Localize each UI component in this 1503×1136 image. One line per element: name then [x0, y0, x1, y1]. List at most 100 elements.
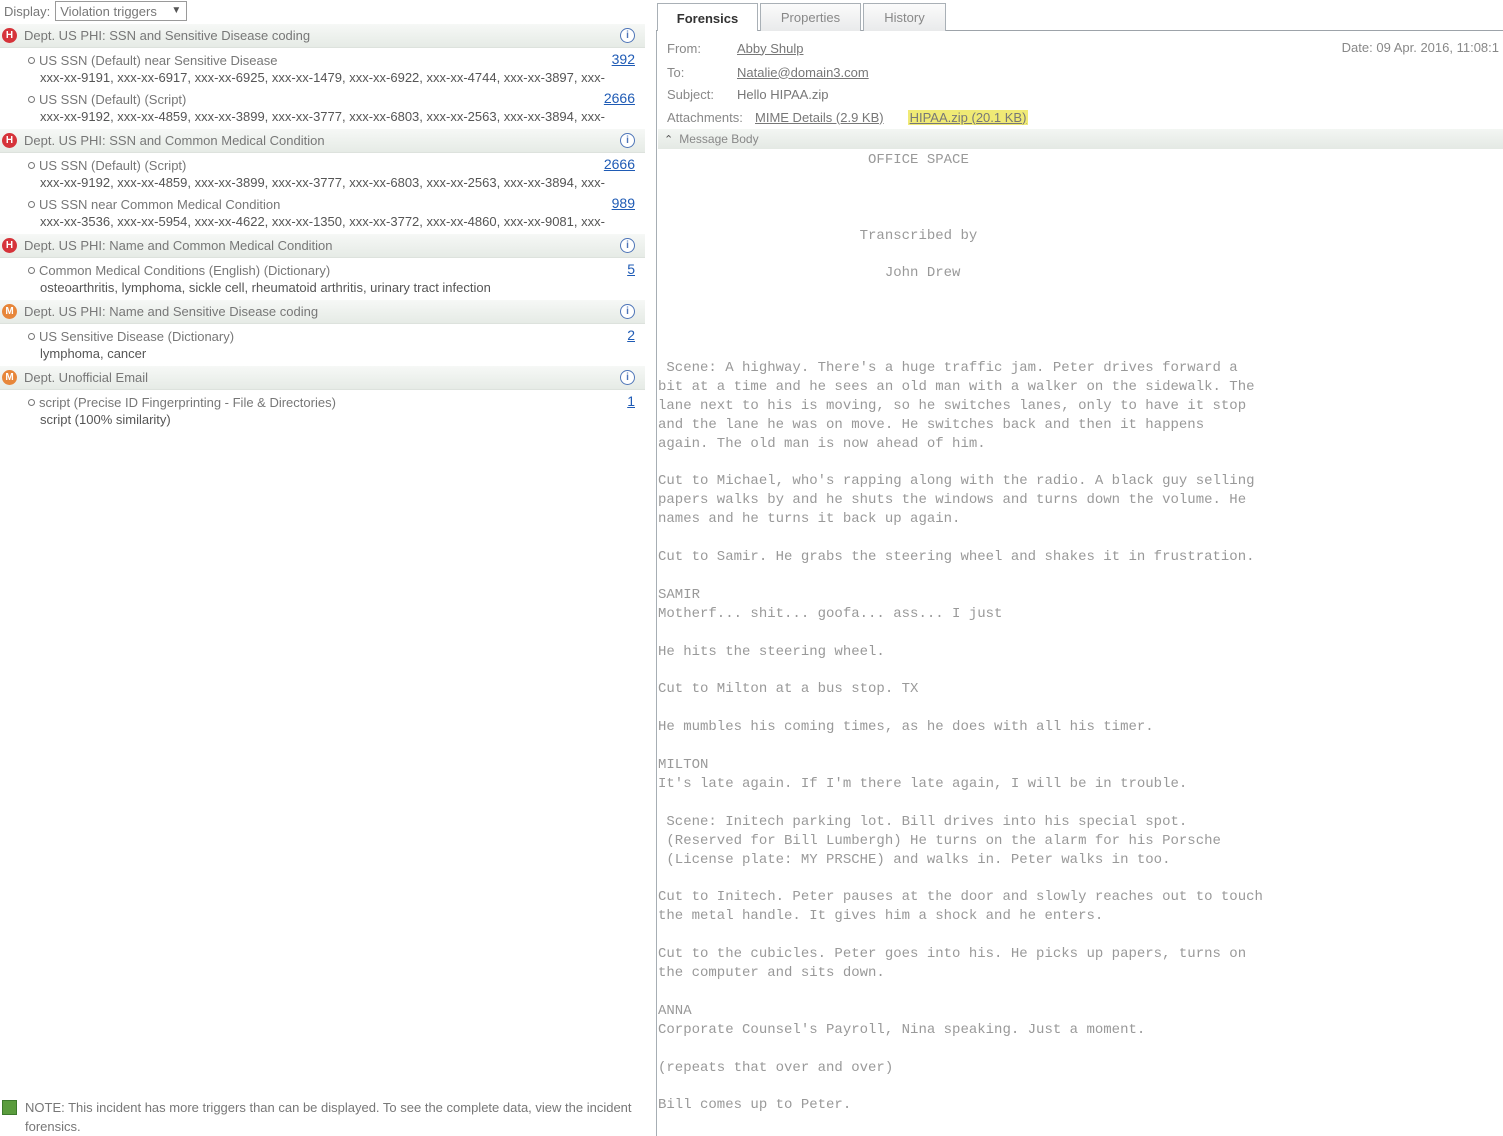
rule-match-count-link[interactable]: 2666 — [604, 156, 635, 172]
policy-header[interactable]: H Dept. US PHI: SSN and Sensitive Disease… — [0, 24, 645, 48]
tab-bar: Forensics Properties History — [656, 3, 1503, 32]
rule-item: US Sensitive Disease (Dictionary) 2 lympho… — [0, 327, 645, 363]
rule-matches: script (100% similarity) — [40, 412, 171, 427]
rule-name: US SSN (Default) (Script) — [39, 91, 187, 107]
message-body-text: OFFICE SPACE Transcribed by John Drew Sc… — [658, 152, 1263, 1136]
rule-name-row: Common Medical Conditions (English) (Dic… — [28, 261, 635, 279]
rule-name-row: script (Precise ID Fingerprinting - File… — [28, 393, 635, 411]
policy-title: Dept. US PHI: SSN and Sensitive Disease … — [24, 28, 311, 43]
severity-medium-icon: M — [2, 304, 17, 319]
rule-name: US SSN near Common Medical Condition — [39, 196, 281, 212]
policy-group: H Dept. US PHI: Name and Common Medical C… — [0, 234, 645, 300]
policy-group: H Dept. US PHI: SSN and Sensitive Disease… — [0, 24, 645, 129]
rule-match-count-link[interactable]: 2 — [627, 327, 635, 343]
subject-label: Subject: — [667, 86, 714, 102]
rule-name: Common Medical Conditions (English) (Dic… — [39, 262, 331, 278]
display-label: Display: — [4, 3, 51, 19]
rule-item: script (Precise ID Fingerprinting - File… — [0, 393, 645, 429]
tab-properties[interactable]: Properties — [760, 3, 861, 31]
attachments-label: Attachments: — [667, 109, 743, 125]
display-select[interactable]: Violation triggers ▼ — [55, 1, 188, 21]
rule-name-row: US SSN (Default) (Script) — [28, 156, 635, 174]
tab-history[interactable]: History — [863, 3, 946, 31]
rule-item: Common Medical Conditions (English) (Dic… — [0, 261, 645, 297]
info-icon[interactable]: i — [620, 304, 635, 319]
bullet-icon — [28, 56, 35, 64]
chevron-down-icon: ▼ — [171, 5, 182, 16]
subject-row: Subject: Hello HIPAA.zip — [667, 84, 829, 104]
to-label: To: — [667, 64, 685, 80]
rule-name: script (Precise ID Fingerprinting - File… — [39, 394, 336, 410]
note: NOTE: This incident has more triggers th… — [2, 1098, 632, 1136]
bullet-icon — [28, 161, 35, 169]
rule-match-count-link[interactable]: 989 — [612, 195, 635, 211]
note-text: NOTE: This incident has more triggers th… — [25, 1100, 632, 1134]
policy-header[interactable]: M Dept. US PHI: Name and Sensitive Diseas… — [0, 300, 645, 324]
bullet-icon — [28, 95, 35, 103]
policy-header[interactable]: H Dept. US PHI: SSN and Common Medical Co… — [0, 129, 645, 153]
rule-name: US SSN (Default) (Script) — [39, 157, 187, 173]
incident-triggers-panel: Display: Violation triggers ▼ H Dept. US … — [0, 0, 645, 1136]
rule-matches: xxx-xx-3536, xxx-xx-5954, xxx-xx-4622, x… — [40, 214, 605, 229]
rule-match-count-link[interactable]: 2666 — [604, 90, 635, 106]
attachment-hipaa-link[interactable]: HIPAA.zip (20.1 KB) — [907, 109, 1029, 125]
from-row: From: Abby Shulp — [667, 38, 804, 58]
rule-item: US SSN (Default) near Sensitive Disease 3… — [0, 51, 645, 87]
rule-matches: xxx-xx-9192, xxx-xx-4859, xxx-xx-3899, x… — [40, 175, 605, 190]
message-body-section-header[interactable]: ⌃ Message Body — [658, 129, 1503, 149]
rule-name-row: US Sensitive Disease (Dictionary) — [28, 327, 635, 345]
policy-group: H Dept. US PHI: SSN and Common Medical Co… — [0, 129, 645, 234]
message-body-label: Message Body — [679, 132, 759, 146]
to-row: To: Natalie@domain3.com — [667, 62, 869, 82]
policy-group: M Dept. US PHI: Name and Sensitive Diseas… — [0, 300, 645, 366]
info-icon[interactable]: i — [620, 238, 635, 253]
severity-high-icon: H — [2, 133, 17, 148]
rule-match-count-link[interactable]: 5 — [627, 261, 635, 277]
policy-list: H Dept. US PHI: SSN and Sensitive Disease… — [0, 24, 645, 432]
subject-value: Hello HIPAA.zip — [737, 86, 829, 102]
rule-matches: xxx-xx-9191, xxx-xx-6917, xxx-xx-6925, x… — [40, 70, 605, 85]
policy-header[interactable]: M Dept. Unofficial Email i — [0, 366, 645, 390]
policy-title: Dept. US PHI: SSN and Common Medical Con… — [24, 133, 325, 148]
attachment-mime-link[interactable]: MIME Details (2.9 KB) — [755, 110, 884, 125]
forensics-content: From: Abby Shulp Date: 09 Apr. 2016, 11:… — [656, 31, 1503, 1136]
date-value: Date: 09 Apr. 2016, 11:08:1 — [1341, 40, 1499, 55]
attachments-row: Attachments: MIME Details (2.9 KB) HIPAA… — [667, 107, 1029, 127]
note-icon — [2, 1100, 17, 1115]
severity-high-icon: H — [2, 238, 17, 253]
to-value[interactable]: Natalie@domain3.com — [737, 65, 869, 80]
tab-forensics[interactable]: Forensics — [657, 3, 758, 32]
policy-group: M Dept. Unofficial Email i script (Precise … — [0, 366, 645, 432]
severity-high-icon: H — [2, 28, 17, 43]
bullet-icon — [28, 332, 35, 340]
incident-detail-panel: Forensics Properties History From: Abby … — [656, 0, 1503, 1136]
rule-name-row: US SSN (Default) (Script) — [28, 90, 635, 108]
policy-title: Dept. US PHI: Name and Sensitive Disease… — [24, 304, 319, 319]
display-filter: Display: Violation triggers ▼ — [4, 1, 188, 21]
bullet-icon — [28, 398, 35, 406]
rule-match-count-link[interactable]: 1 — [627, 393, 635, 409]
bullet-icon — [28, 200, 35, 208]
from-label: From: — [667, 40, 701, 56]
policy-title: Dept. US PHI: Name and Common Medical Co… — [24, 238, 333, 253]
rule-item: US SSN (Default) (Script) 2666 xxx-xx-9192… — [0, 156, 645, 192]
rule-match-count-link[interactable]: 392 — [612, 51, 635, 67]
info-icon[interactable]: i — [620, 28, 635, 43]
severity-medium-icon: M — [2, 370, 17, 385]
rule-item: US SSN near Common Medical Condition 989 x… — [0, 195, 645, 231]
from-value[interactable]: Abby Shulp — [737, 41, 804, 56]
rule-name-row: US SSN (Default) near Sensitive Disease — [28, 51, 635, 69]
policy-title: Dept. Unofficial Email — [24, 370, 149, 385]
display-selected-value: Violation triggers — [60, 3, 157, 19]
rule-matches: lymphoma, cancer — [40, 346, 147, 361]
info-icon[interactable]: i — [620, 133, 635, 148]
rule-item: US SSN (Default) (Script) 2666 xxx-xx-9192… — [0, 90, 645, 126]
rule-matches: xxx-xx-9192, xxx-xx-4859, xxx-xx-3899, x… — [40, 109, 605, 124]
bullet-icon — [28, 266, 35, 274]
policy-header[interactable]: H Dept. US PHI: Name and Common Medical C… — [0, 234, 645, 258]
rule-name-row: US SSN near Common Medical Condition — [28, 195, 635, 213]
info-icon[interactable]: i — [620, 370, 635, 385]
collapse-up-icon[interactable]: ⌃ — [664, 133, 673, 146]
rule-name: US Sensitive Disease (Dictionary) — [39, 328, 235, 344]
rule-matches: osteoarthritis, lymphoma, sickle cell, r… — [40, 280, 491, 295]
